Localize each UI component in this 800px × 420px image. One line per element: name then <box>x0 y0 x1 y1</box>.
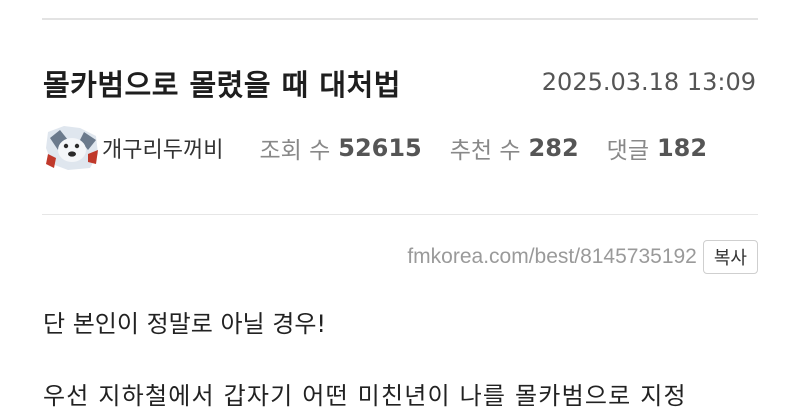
copy-url-button[interactable]: 복사 <box>702 240 758 274</box>
post-meta: 개구리두꺼비 조회 수 52615 추천 수 282 댓글 182 <box>44 122 707 174</box>
recommend-count: 282 <box>528 134 579 162</box>
polar-bear-avatar-icon <box>44 124 100 172</box>
content-divider <box>42 214 758 215</box>
content-line: 우선 지하철에서 갑자기 어떤 미친년이 나를 몰카범으로 지정 <box>43 382 687 410</box>
comments-label: 댓글 <box>606 138 649 164</box>
comments-count[interactable]: 182 <box>657 134 707 162</box>
author-name[interactable]: 개구리두꺼비 <box>102 132 223 164</box>
post-url-row: fmkorea.com/best/8145735192 복사 <box>407 240 758 274</box>
views-label: 조회 수 <box>259 138 331 164</box>
avatar[interactable] <box>44 124 100 172</box>
post-date: 2025.03.18 13:09 <box>541 68 756 96</box>
recommend-label: 추천 수 <box>449 138 521 164</box>
post-title: 몰카범으로 몰렸을 때 대처법 <box>43 68 401 102</box>
content-line: 단 본인이 정말로 아닐 경우! <box>43 310 327 338</box>
views-count: 52615 <box>338 134 422 162</box>
top-divider <box>42 18 758 20</box>
post-url[interactable]: fmkorea.com/best/8145735192 <box>407 245 697 269</box>
